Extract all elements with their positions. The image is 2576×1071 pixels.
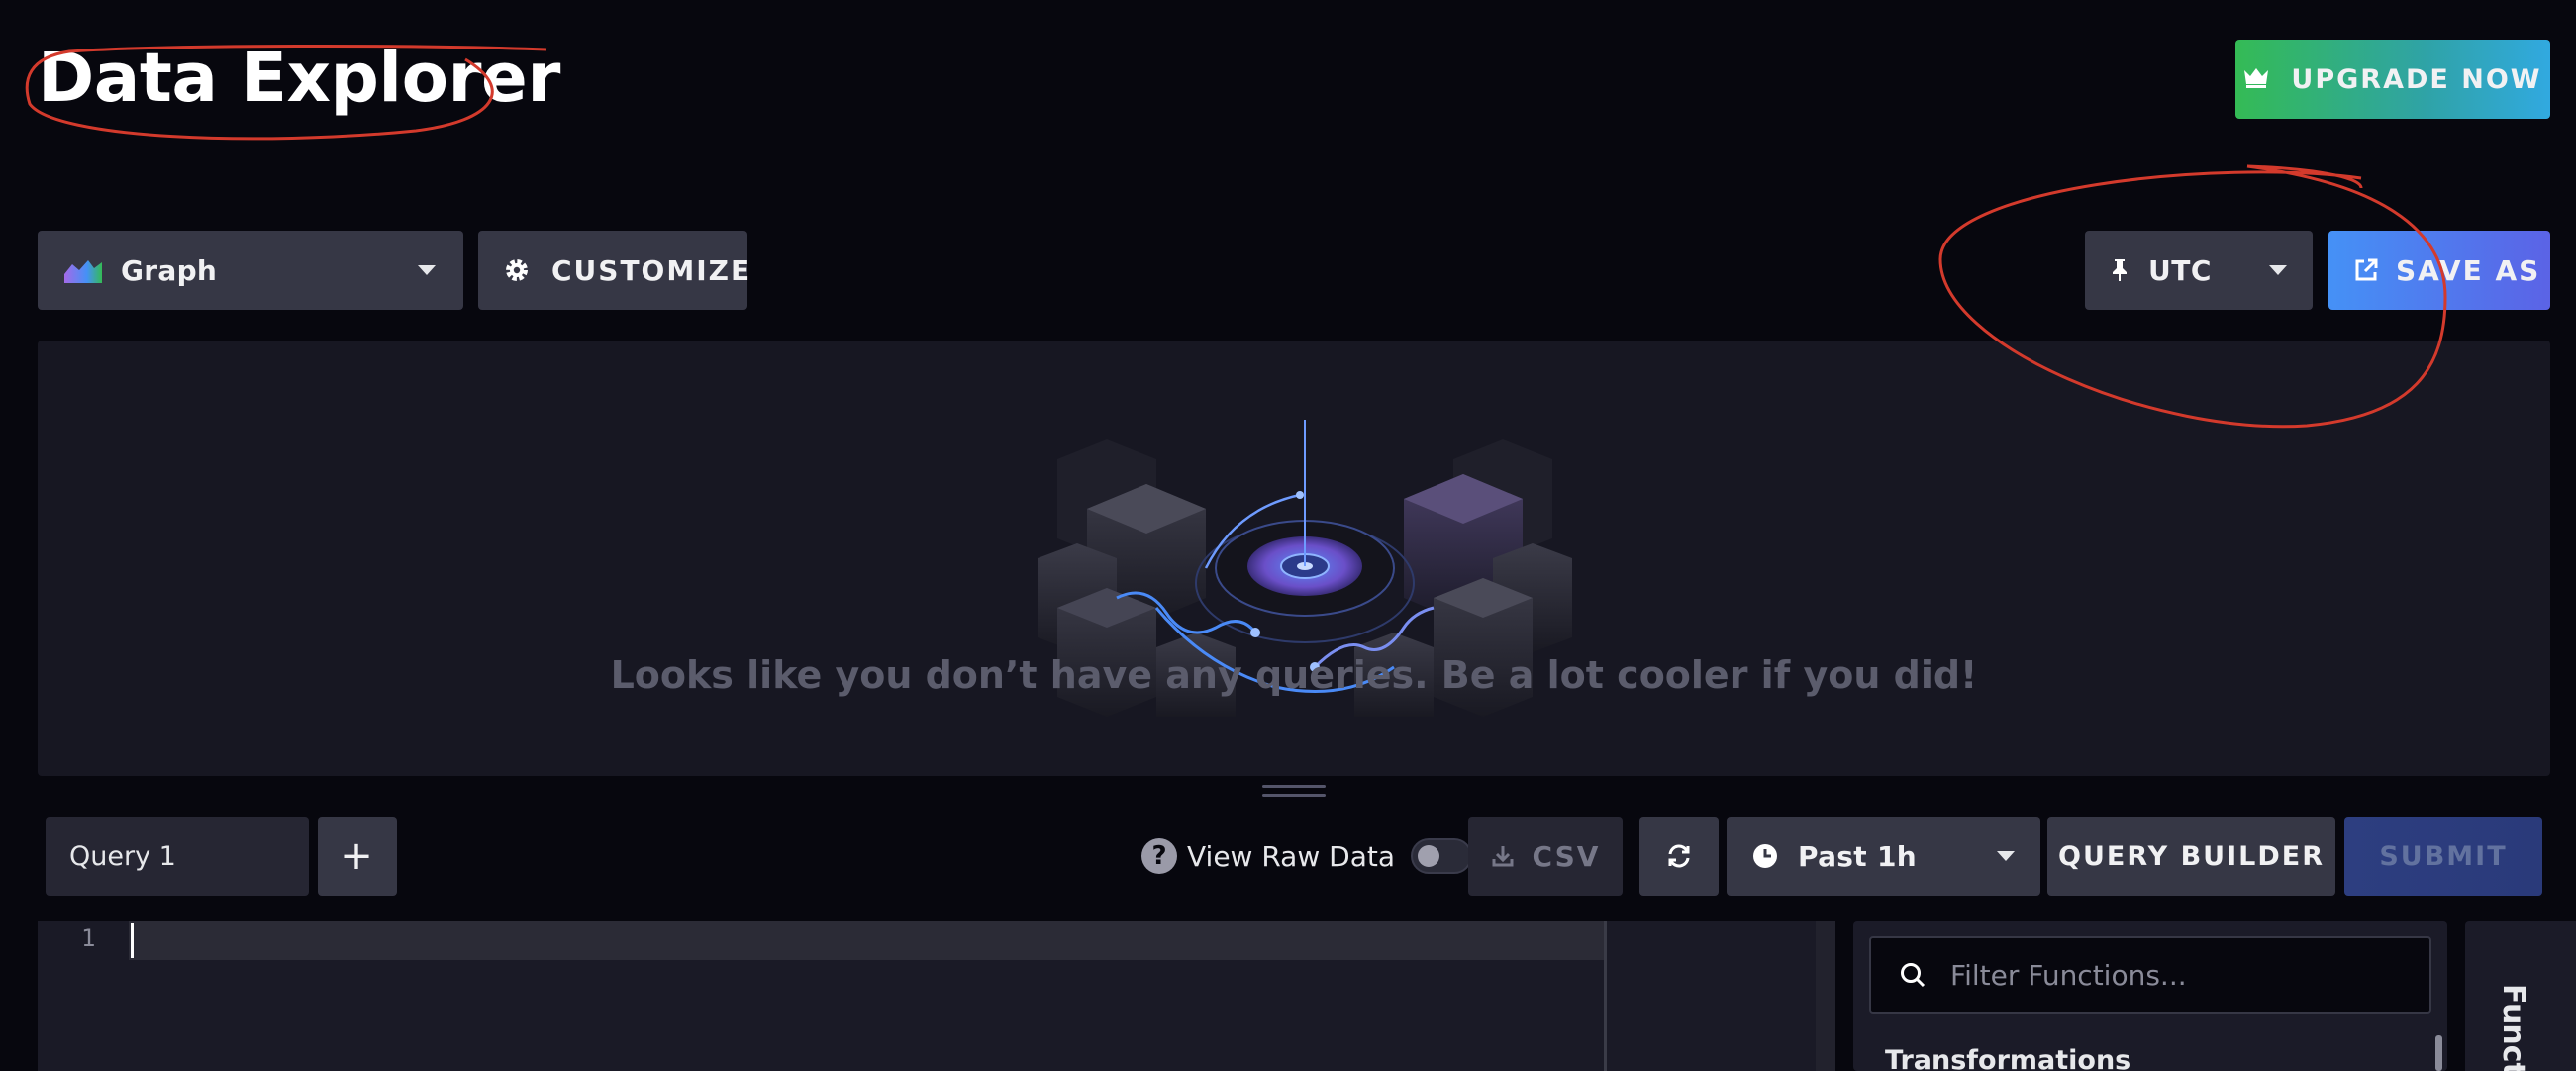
external-link-icon [2354, 258, 2378, 282]
clock-icon [1752, 843, 1778, 869]
save-as-label: SAVE AS [2396, 253, 2541, 287]
empty-state-message: Looks like you don’t have any queries. B… [610, 653, 1978, 697]
graph-icon [63, 256, 103, 284]
timezone-label: UTC [2148, 253, 2212, 287]
help-icon[interactable]: ? [1141, 838, 1177, 874]
save-as-button[interactable]: SAVE AS [2328, 231, 2550, 310]
view-raw-data-label: View Raw Data [1187, 839, 1395, 873]
function-category-heading: Transformations [1885, 1045, 2131, 1071]
view-raw-data-toggle[interactable]: ? View Raw Data [1141, 834, 1472, 878]
graph-type-label: Graph [121, 253, 218, 287]
query-builder-button[interactable]: QUERY BUILDER [2047, 817, 2335, 896]
upgrade-now-label: UPGRADE NOW [2291, 63, 2542, 95]
functions-scrollbar[interactable] [2435, 1035, 2442, 1071]
editor-scrollbar[interactable] [1816, 921, 1835, 1071]
crown-icon [2243, 64, 2269, 95]
timezone-dropdown[interactable]: UTC [2085, 231, 2313, 310]
gear-icon [504, 257, 530, 283]
time-range-label: Past 1h [1798, 839, 1917, 873]
upgrade-now-button[interactable]: UPGRADE NOW [2235, 40, 2550, 119]
page-title: Data Explorer [38, 39, 560, 118]
refresh-icon [1666, 843, 1692, 869]
filter-functions-input[interactable] [1948, 957, 2388, 993]
chevron-down-icon [418, 265, 436, 275]
query-tab[interactable]: Query 1 [46, 817, 309, 896]
csv-download-button[interactable]: CSV [1468, 817, 1623, 896]
filter-functions-field[interactable] [1869, 936, 2431, 1014]
graph-type-dropdown[interactable]: Graph [38, 231, 463, 310]
text-cursor [131, 923, 134, 958]
download-icon [1491, 844, 1515, 868]
customize-button[interactable]: CUSTOMIZE [478, 231, 749, 310]
line-number: 1 [81, 925, 96, 952]
functions-side-tab-label: Functi [2496, 984, 2530, 1071]
search-icon [1899, 961, 1927, 989]
customize-label: CUSTOMIZE [551, 253, 752, 287]
visualization-panel: Looks like you don’t have any queries. B… [38, 341, 2550, 776]
active-line-highlight [129, 921, 1604, 960]
functions-side-tab[interactable]: Functi [2465, 921, 2576, 1071]
editor-ruler [1604, 921, 1607, 1071]
pin-icon [2111, 258, 2129, 282]
refresh-button[interactable] [1639, 817, 1719, 896]
submit-button[interactable]: SUBMIT [2344, 817, 2542, 896]
time-range-dropdown[interactable]: Past 1h [1727, 817, 2040, 896]
add-query-button[interactable]: + [318, 817, 397, 896]
chevron-down-icon [2269, 265, 2287, 275]
chevron-down-icon [1997, 851, 2015, 861]
resize-handle[interactable] [1262, 785, 1326, 799]
raw-data-switch[interactable] [1411, 838, 1472, 874]
csv-label: CSV [1532, 839, 1601, 873]
